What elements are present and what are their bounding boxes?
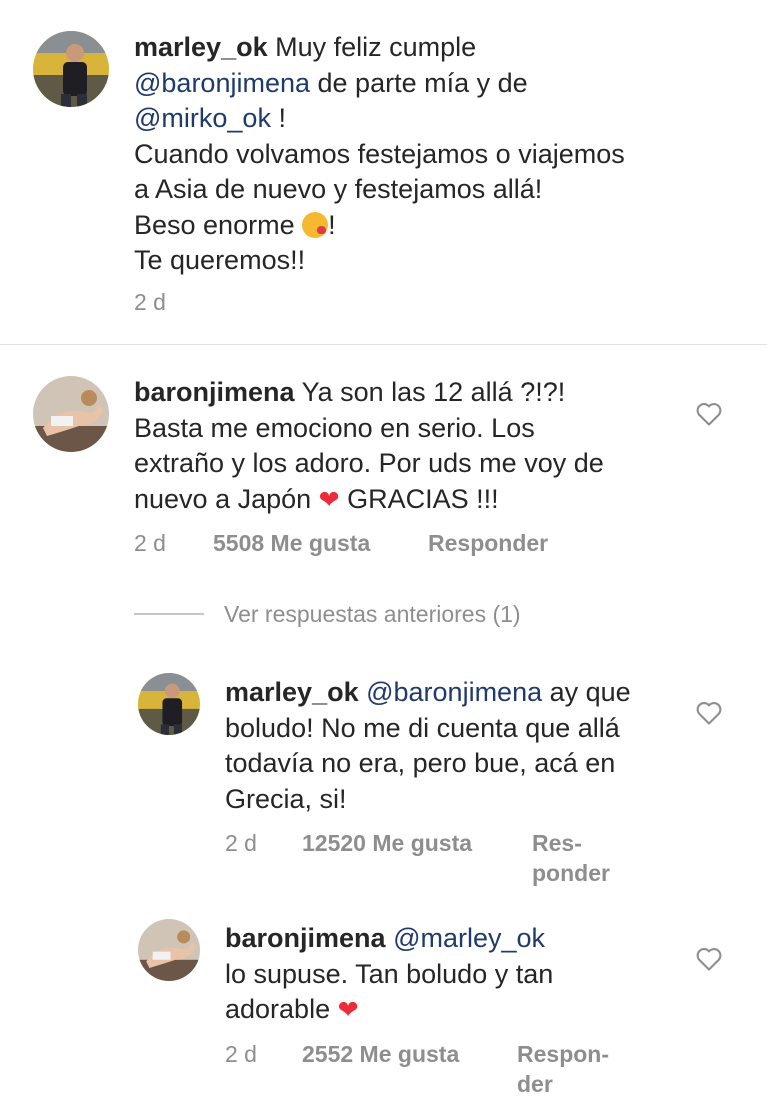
mention-link[interactable]: @marley_ok — [393, 923, 545, 953]
reply-body: Grecia, si! — [225, 783, 347, 814]
comment-body: Basta me emociono en serio. Los — [134, 412, 535, 443]
comment-text: baronjimena Ya son las 12 allá ?!?! Bast… — [134, 375, 694, 518]
view-previous-line — [134, 613, 204, 615]
reply-username[interactable]: baronjimena — [225, 923, 386, 953]
reply-body: todavía no era, pero bue, acá en — [225, 748, 616, 778]
comment-body: Ya son las 12 allá ?!?! — [301, 377, 566, 407]
reply-body: lo supuse. Tan boludo y tan — [225, 958, 554, 989]
likes-count-label: 5508 Me gusta — [213, 530, 371, 556]
likes-count[interactable]: 12520 Me gusta — [302, 828, 472, 858]
timestamp: 2 d — [134, 530, 166, 556]
comment-body: GRACIAS !!! — [339, 483, 499, 514]
likes-count[interactable]: 5508 Me gusta — [213, 528, 370, 558]
comment-text: marley_ok Muy feliz cumple @baronjimena … — [134, 30, 714, 279]
comment-body: ! — [270, 103, 286, 133]
likes-count[interactable]: 2552 Me gusta — [302, 1039, 459, 1069]
heart-outline-icon[interactable] — [695, 700, 723, 726]
reply-body: ay que — [542, 677, 631, 707]
reply-label: ponder — [532, 860, 610, 886]
heart-emoji: ❤ — [337, 996, 359, 1024]
likes-count-label: 2552 Me gusta — [302, 1041, 460, 1067]
comment-body: ! — [328, 209, 336, 240]
reply-label: Responder — [428, 530, 549, 556]
heart-emoji: ❤ — [318, 485, 340, 514]
comment-meta: 2 d — [134, 287, 166, 317]
comment-body: Muy feliz cumple — [275, 32, 477, 62]
timestamp: 2 d — [225, 830, 257, 856]
comment-username[interactable]: baronjimena — [134, 377, 295, 407]
reply-meta: 2 d — [225, 828, 257, 858]
likes-count-label: 12520 Me gusta — [302, 830, 473, 856]
mention-link[interactable]: @baronjimena — [134, 68, 310, 98]
comment-username[interactable]: marley_ok — [134, 32, 268, 62]
mention-link[interactable]: @baronjimena — [366, 677, 542, 707]
view-previous-replies-button[interactable]: Ver respuestas anteriores (1) — [224, 601, 521, 628]
reply-text: marley_ok @baronjimena ay que boludo! No… — [225, 675, 685, 817]
avatar[interactable] — [33, 31, 109, 107]
avatar[interactable] — [33, 376, 109, 452]
reply-button[interactable]: Responder — [428, 528, 548, 558]
reply-body: boludo! No me di cuenta que allá — [225, 712, 620, 743]
reply-button[interactable]: Respon- der — [517, 1039, 609, 1099]
avatar[interactable] — [138, 919, 200, 981]
reply-label: der — [517, 1071, 553, 1097]
reply-text: baronjimena @marley_ok lo supuse. Tan bo… — [225, 921, 685, 1029]
heart-outline-icon[interactable] — [695, 946, 723, 972]
comment-body: extraño y los adoro. Por uds me voy de — [134, 448, 604, 478]
comment-body: Te queremos!! — [134, 245, 306, 275]
reply-button[interactable]: Res- ponder — [532, 828, 610, 888]
heart-outline-icon[interactable] — [695, 401, 723, 427]
timestamp: 2 d — [225, 1041, 257, 1067]
face-blowing-kiss-emoji — [302, 211, 329, 238]
reply-label: Res- — [532, 830, 582, 856]
mention-link[interactable]: @mirko_ok — [134, 103, 271, 133]
comment-body: a Asia de nuevo y festejamos allá! — [134, 174, 543, 204]
comment-meta: 2 d — [134, 528, 166, 558]
divider — [0, 344, 767, 345]
avatar[interactable] — [138, 673, 200, 735]
comment-body: de parte mía y de — [310, 67, 528, 98]
timestamp: 2 d — [134, 289, 166, 315]
comment-body: nuevo a Japón — [134, 483, 319, 514]
comment-body: Beso enorme — [134, 209, 303, 240]
reply-body: adorable — [225, 994, 338, 1024]
reply-username[interactable]: marley_ok — [225, 677, 359, 707]
reply-label: Respon- — [517, 1041, 609, 1067]
comment-body: Cuando volvamos festejamos o viajemos — [134, 138, 625, 169]
reply-meta: 2 d — [225, 1039, 257, 1069]
